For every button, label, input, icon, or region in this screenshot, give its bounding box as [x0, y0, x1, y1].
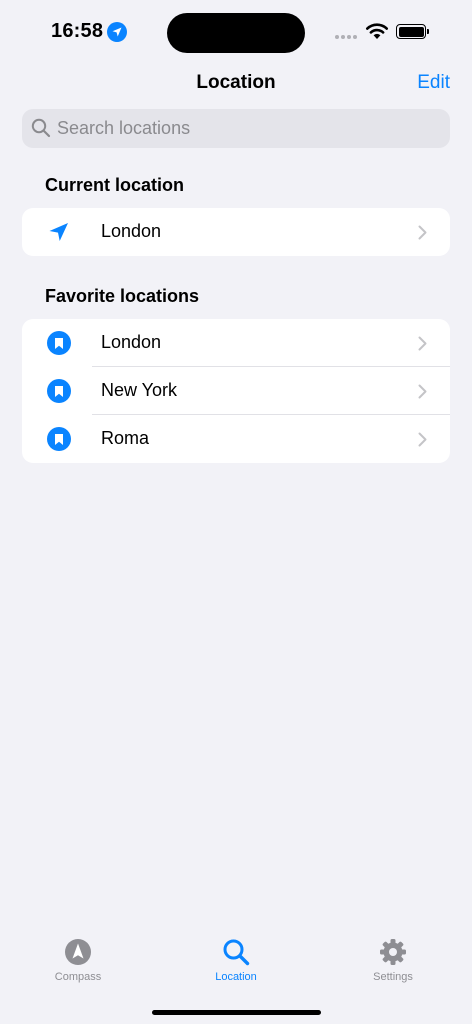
home-indicator[interactable] — [152, 1010, 321, 1015]
search-icon — [222, 938, 250, 966]
favorite-location-row[interactable]: New York — [22, 367, 450, 415]
favorite-location-label: New York — [101, 380, 178, 400]
cellular-signal-icon — [335, 35, 359, 39]
bookmark-icon — [47, 331, 71, 355]
chevron-right-icon — [418, 432, 427, 452]
current-location-label: London — [101, 221, 162, 241]
current-location-header: Current location — [45, 175, 185, 195]
bookmark-icon — [47, 427, 71, 451]
gear-icon — [379, 938, 407, 966]
bookmark-icon — [47, 379, 71, 403]
favorite-location-label: Roma — [101, 428, 150, 448]
chevron-right-icon — [418, 336, 427, 356]
status-bar: 16:58 — [0, 0, 472, 62]
battery-icon — [396, 24, 429, 39]
wifi-icon — [365, 22, 389, 45]
favorite-locations-header: Favorite locations — [45, 286, 200, 306]
status-time: 16:58 — [51, 20, 104, 42]
favorite-location-label: London — [101, 332, 162, 352]
favorite-location-row[interactable]: London — [22, 319, 450, 367]
location-services-icon — [107, 22, 127, 42]
tab-compass-label: Compass — [54, 971, 102, 983]
edit-button[interactable]: Edit — [417, 72, 450, 94]
search-bar[interactable] — [22, 109, 450, 148]
tab-settings[interactable]: Settings — [338, 938, 448, 983]
dynamic-island — [167, 13, 305, 53]
current-location-row[interactable]: London — [22, 208, 450, 256]
compass-icon — [64, 938, 92, 966]
chevron-right-icon — [418, 384, 427, 404]
chevron-right-icon — [418, 225, 427, 245]
tab-compass[interactable]: Compass — [23, 938, 133, 983]
page-title: Location — [196, 72, 276, 93]
tab-location-label: Location — [215, 971, 257, 983]
search-icon — [31, 118, 51, 143]
tab-location[interactable]: Location — [181, 938, 291, 983]
search-input[interactable] — [57, 109, 437, 148]
favorite-locations-card: London New York Roma — [22, 319, 450, 463]
current-location-card: London — [22, 208, 450, 256]
tab-settings-label: Settings — [373, 971, 413, 983]
favorite-location-row[interactable]: Roma — [22, 415, 450, 463]
location-arrow-icon — [47, 220, 71, 244]
